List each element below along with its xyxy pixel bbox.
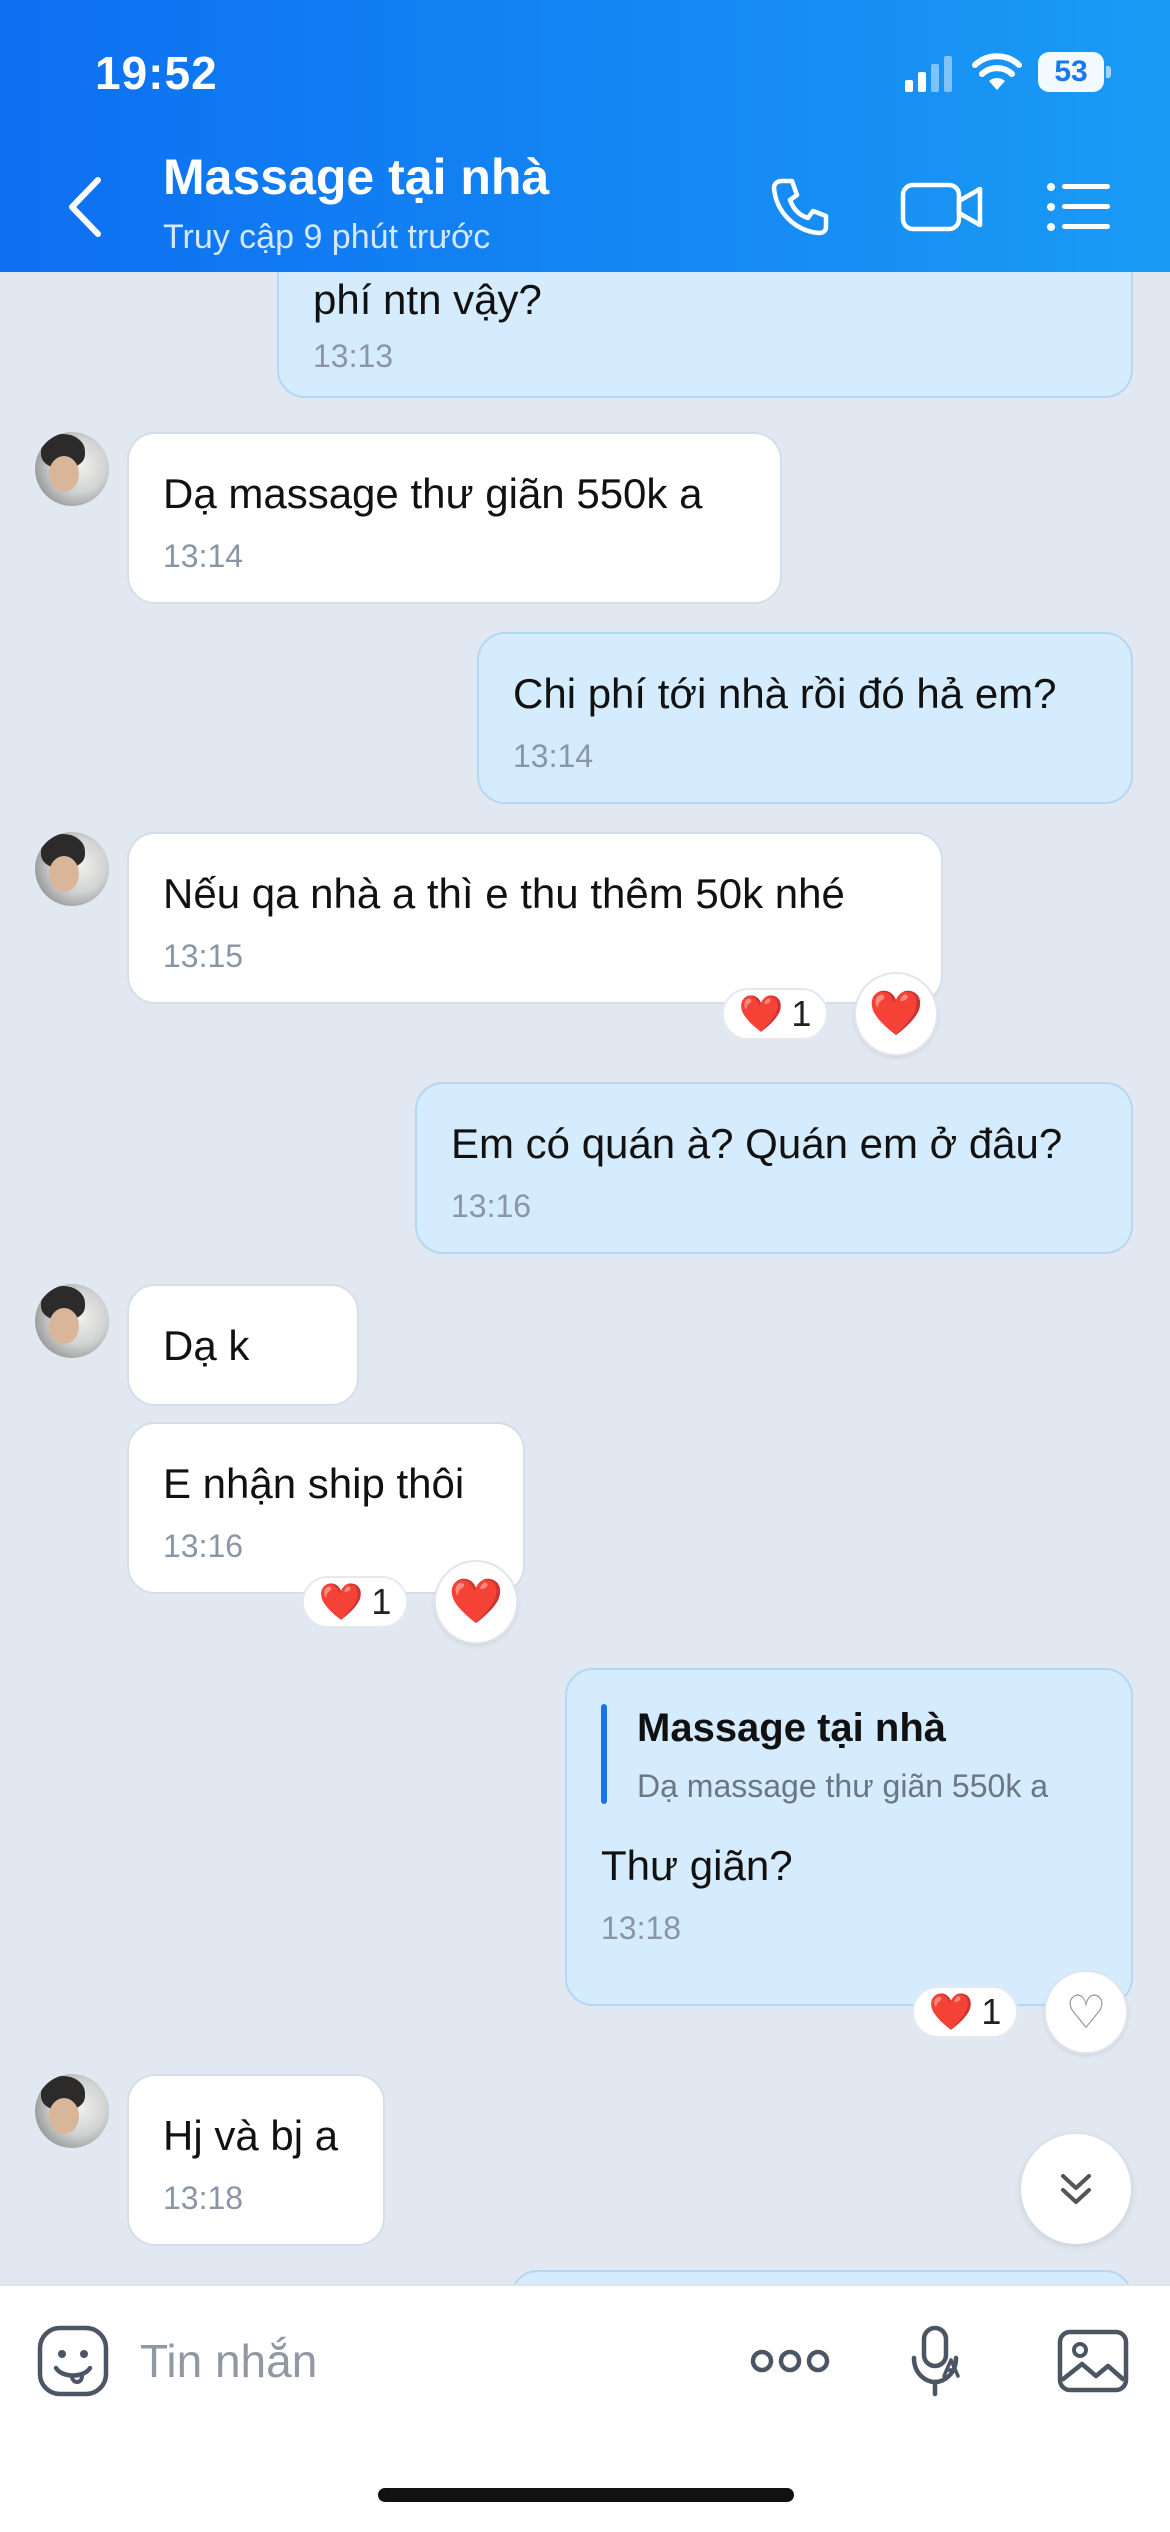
message-list[interactable]: phí ntn vậy? 13:13 Dạ massage thư giãn 5…	[0, 272, 1170, 2284]
message-text: phí ntn vậy?	[313, 276, 542, 323]
quoted-sender: Massage tại nhà	[637, 1706, 947, 1750]
cellular-signal-icon	[905, 56, 952, 92]
last-seen-status: Truy cập 9 phút trước	[163, 218, 491, 256]
message-text: E nhận ship thôi	[163, 1460, 465, 1507]
heart-icon: ❤️	[738, 993, 784, 1034]
message-text: Dạ k	[163, 1322, 250, 1369]
avatar[interactable]	[35, 432, 109, 506]
message-text: Em có quán à? Quán em ở đâu?	[451, 1120, 1063, 1167]
reaction-count: 1	[371, 1581, 392, 1622]
message-bubble-outgoing[interactable]: Em có quán à? Quán em ở đâu? 13:16	[415, 1082, 1133, 1254]
message-input[interactable]	[140, 2328, 700, 2394]
message-time: 13:14	[163, 538, 244, 574]
heart-outline-icon: ♡	[1065, 1986, 1107, 2038]
message-time: 13:16	[163, 1528, 244, 1564]
avatar[interactable]	[35, 832, 109, 906]
avatar[interactable]	[35, 2074, 109, 2148]
heart-icon: ❤️	[868, 989, 924, 1038]
react-button[interactable]: ❤️	[854, 972, 938, 1056]
message-text: Dạ massage thư giãn 550k a	[163, 470, 703, 517]
phone-icon[interactable]	[768, 175, 832, 239]
message-bubble-incoming[interactable]: Nếu qa nhà a thì e thu thêm 50k nhé 13:1…	[127, 832, 943, 1004]
react-button[interactable]: ♡	[1044, 1970, 1128, 2054]
message-time: 13:18	[163, 2180, 244, 2216]
menu-icon[interactable]	[1046, 175, 1112, 239]
message-time: 13:13	[313, 338, 394, 374]
message-text: Nếu qa nhà a thì e thu thêm 50k nhé	[163, 870, 845, 917]
voice-icon[interactable]	[908, 2324, 964, 2398]
message-bubble-incoming[interactable]: Hj và bj a 13:18	[127, 2074, 385, 2246]
reaction-summary[interactable]: ❤️ 1	[912, 1986, 1018, 2038]
home-indicator	[378, 2488, 794, 2502]
sticker-icon[interactable]	[36, 2324, 110, 2398]
reaction-summary[interactable]: ❤️ 1	[302, 1576, 408, 1628]
video-icon[interactable]	[900, 175, 984, 239]
heart-icon: ❤️	[318, 1581, 364, 1622]
message-text: Hj và bj a	[163, 2112, 339, 2159]
message-bubble-outgoing[interactable]: phí ntn vậy? 13:13	[277, 272, 1133, 398]
chevron-double-down-icon	[1061, 2174, 1091, 2204]
battery-level: 53	[1054, 55, 1088, 88]
message-time: 13:15	[163, 938, 244, 974]
reaction-count: 1	[981, 1991, 1002, 2032]
message-time: 13:14	[513, 738, 594, 774]
image-icon[interactable]	[1056, 2324, 1130, 2398]
heart-icon: ❤️	[928, 1991, 974, 2032]
chat-header: 19:52 53 Massage tại nhà Truy cập 9 phút…	[0, 0, 1170, 272]
message-bubble-outgoing[interactable]: Massage tại nhà Dạ massage thư giãn 550k…	[565, 1668, 1133, 2006]
message-bubble-incoming[interactable]: Dạ k	[127, 1284, 359, 1406]
message-time: 13:18	[601, 1910, 682, 1946]
heart-icon: ❤️	[448, 1577, 504, 1626]
reaction-summary[interactable]: ❤️ 1	[722, 988, 828, 1040]
wifi-icon	[972, 53, 1022, 90]
chat-title[interactable]: Massage tại nhà	[163, 148, 549, 206]
battery-icon: 53	[1038, 52, 1111, 92]
back-button[interactable]	[58, 172, 114, 242]
quote-bar	[601, 1704, 607, 1804]
message-time: 13:16	[451, 1188, 532, 1224]
reaction-count: 1	[791, 993, 812, 1034]
message-bubble-outgoing[interactable]: Chi phí tới nhà rồi đó hả em? 13:14	[477, 632, 1133, 804]
more-icon[interactable]	[748, 2324, 832, 2398]
composer-bar	[0, 2284, 1170, 2532]
react-button[interactable]: ❤️	[434, 1560, 518, 1644]
status-time: 19:52	[95, 47, 218, 99]
avatar[interactable]	[35, 1284, 109, 1358]
quoted-message: Dạ massage thư giãn 550k a	[637, 1768, 1048, 1804]
message-text: Chi phí tới nhà rồi đó hả em?	[513, 670, 1057, 717]
scroll-to-bottom-button[interactable]	[1021, 2134, 1131, 2244]
message-text: Thư giãn?	[601, 1842, 793, 1889]
message-bubble-outgoing[interactable]	[510, 2270, 1133, 2284]
message-bubble-incoming[interactable]: Dạ massage thư giãn 550k a 13:14	[127, 432, 782, 604]
